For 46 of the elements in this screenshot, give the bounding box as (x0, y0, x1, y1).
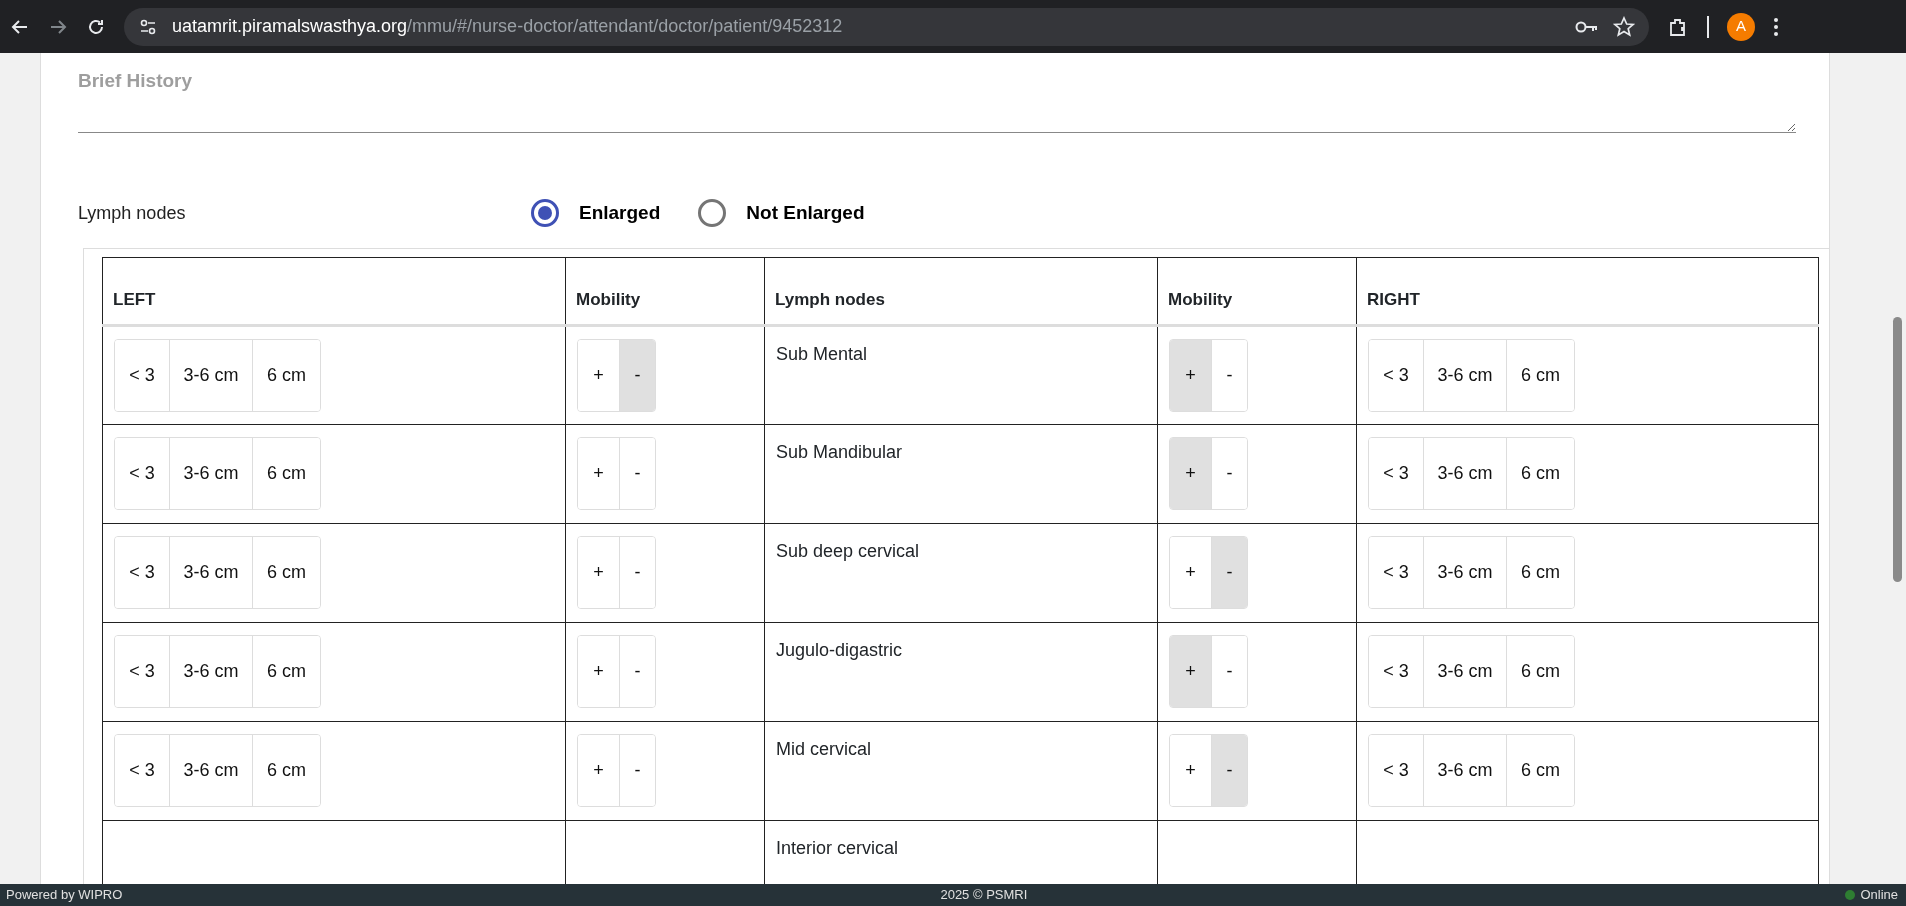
footer-copyright: 2025 © PSMRI (940, 886, 1028, 905)
mobility-option[interactable]: - (619, 636, 655, 707)
scrollbar-thumb[interactable] (1892, 317, 1902, 582)
footer-credit: Powered by WIPRO (6, 886, 123, 905)
status-text: Online (1860, 886, 1898, 905)
lymph-node-name: Sub deep cervical (776, 540, 921, 563)
mobility-option[interactable]: - (1211, 735, 1247, 806)
lymph-node-name: Sub Mandibular (776, 441, 904, 464)
menu-icon[interactable] (1773, 16, 1779, 37)
url-text: uatamrit.piramalswasthya.org/mmu/#/nurse-doctor/attendant/doctor/patient/9452312 (172, 15, 843, 38)
lymph-node-name: Jugulo-digastric (776, 639, 904, 662)
column-header: Mobility (1157, 257, 1357, 326)
mobility-option[interactable]: - (1211, 340, 1247, 411)
size-option[interactable]: 6 cm (1506, 636, 1574, 707)
mobility-option[interactable]: - (619, 340, 655, 411)
radio-option[interactable]: Enlarged (531, 198, 661, 228)
size-option[interactable]: 6 cm (1506, 537, 1574, 608)
mobility-option[interactable]: - (619, 735, 655, 806)
size-option[interactable]: 6 cm (1506, 438, 1574, 509)
star-icon[interactable] (1613, 15, 1635, 38)
radio-option[interactable]: Not Enlarged (698, 198, 865, 228)
column-header: RIGHT (1356, 257, 1819, 326)
column-header: Lymph nodes (764, 257, 1158, 326)
size-option[interactable]: 6 cm (252, 340, 320, 411)
mobility-option[interactable]: - (1211, 438, 1247, 509)
mobility-option[interactable]: + (1170, 340, 1211, 411)
size-option[interactable]: 6 cm (252, 438, 320, 509)
size-option[interactable]: 6 cm (252, 537, 320, 608)
size-option[interactable]: 6 cm (252, 735, 320, 806)
lymph-node-name: Mid cervical (776, 738, 873, 761)
mobility-option[interactable]: - (619, 537, 655, 608)
lymph-node-name: Interior cervical (776, 837, 900, 860)
mobility-option[interactable]: - (1211, 636, 1247, 707)
status-dot (1845, 890, 1856, 900)
lymph-node-name: Sub Mental (776, 343, 869, 366)
mobility-option[interactable]: - (619, 438, 655, 509)
mobility-option[interactable]: + (1170, 636, 1211, 707)
mobility-option[interactable]: + (1170, 438, 1211, 509)
column-header: LEFT (102, 257, 566, 326)
address-bar[interactable]: uatamrit.piramalswasthya.org/mmu/#/nurse-doctor/attendant/doctor/patient/9452312 (124, 7, 1649, 46)
column-header: Mobility (565, 257, 765, 326)
field-label: Lymph nodes (78, 201, 187, 225)
mobility-option[interactable]: - (1211, 537, 1247, 608)
size-option[interactable]: 6 cm (252, 636, 320, 707)
size-option[interactable]: 6 cm (1506, 340, 1574, 411)
size-option[interactable]: 6 cm (1506, 735, 1574, 806)
